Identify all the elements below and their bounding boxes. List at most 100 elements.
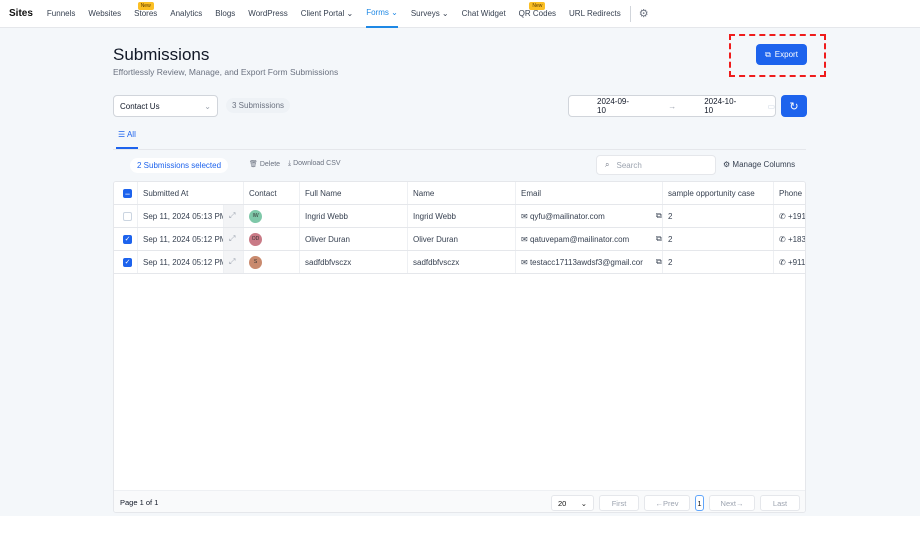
nav-item-url-redirects[interactable]: URL Redirects xyxy=(569,0,621,28)
tab-all[interactable]: ☰ All xyxy=(116,128,138,149)
last-button[interactable]: Last xyxy=(760,495,800,511)
sample-case: 2 xyxy=(663,205,774,227)
date-range-picker[interactable]: 2024-09-10 → 2024-10-10 ▭ xyxy=(568,95,776,117)
arrow-right-icon: → xyxy=(668,101,677,111)
select-all-checkbox[interactable]: − xyxy=(114,182,138,204)
chevron-down-icon: ⌄ xyxy=(204,101,211,111)
next-button[interactable]: Next → xyxy=(709,495,755,511)
expand-icon: ⤢ xyxy=(229,211,236,220)
nav-item-blogs[interactable]: Blogs xyxy=(215,0,235,28)
brand: Sites xyxy=(9,8,33,19)
contact-avatar[interactable]: S xyxy=(244,251,300,273)
nav-item-surveys[interactable]: Surveys ⌄ xyxy=(411,0,449,28)
export-button[interactable]: ⧉ Export xyxy=(756,44,807,65)
nav-item-websites[interactable]: Websites xyxy=(88,0,121,28)
gear-icon[interactable]: ⚙ xyxy=(639,7,649,20)
table-row[interactable]: Sep 11, 2024 05:13 PM ⤢ IW Ingrid Webb Ingri… xyxy=(114,205,805,228)
nav-item-client-portal[interactable]: Client Portal ⌄ xyxy=(301,0,354,28)
contact-avatar[interactable]: OD xyxy=(244,228,300,250)
nav-item-funnels[interactable]: Funnels xyxy=(47,0,75,28)
full-name: Oliver Duran xyxy=(300,228,408,250)
table-row[interactable]: ✓ Sep 11, 2024 05:12 PM ⤢ Ssadfdbfvsczx sadf… xyxy=(114,251,805,274)
form-select[interactable]: Contact Us ⌄ xyxy=(113,95,218,117)
bottom-bar xyxy=(0,516,920,536)
per-page-select[interactable]: 20 ⌄ xyxy=(551,495,594,511)
sample-case: 2 xyxy=(663,228,774,250)
delete-button[interactable]: 🗑 Delete xyxy=(249,160,280,168)
row-checkbox[interactable]: ✓ xyxy=(114,228,138,250)
page-subtitle: Effortlessly Review, Manage, and Export … xyxy=(113,67,339,77)
contact-avatar[interactable]: IW xyxy=(244,205,300,227)
chevron-down-icon: ⌄ xyxy=(580,498,587,508)
selected-count: 2 Submissions selected xyxy=(130,158,229,173)
hdr-email[interactable]: Email xyxy=(516,182,663,204)
mail-icon: ✉ xyxy=(521,234,530,244)
email: ✉ qyfu@mailinator.com ⧉ xyxy=(516,205,663,227)
submission-count: 3 Submissions xyxy=(226,98,291,113)
hdr-case[interactable]: sample opportunity case xyxy=(663,182,774,204)
phone-icon: ✆ xyxy=(779,234,788,244)
expand-icon: ⤢ xyxy=(229,257,236,266)
search-icon: ⌕ xyxy=(605,160,610,169)
nav-item-qr-codes[interactable]: QR Codes New xyxy=(519,0,556,28)
phone-icon: ✆ xyxy=(779,211,788,221)
first-button[interactable]: First xyxy=(599,495,639,511)
gear-icon: ⚙ xyxy=(723,160,731,169)
expand-button[interactable]: ⤢ xyxy=(224,228,244,250)
download-icon: ⤓ xyxy=(288,160,292,167)
trash-icon: 🗑 xyxy=(249,161,258,168)
phone: ✆ +911 xyxy=(774,251,805,273)
table-row[interactable]: ✓ Sep 11, 2024 05:12 PM ⤢ OD Oliver Duran Oli… xyxy=(114,228,805,251)
full-name: sadfdbfvsczx xyxy=(300,251,408,273)
arrow-right-icon: → xyxy=(735,498,744,508)
nav-item-wordpress[interactable]: WordPress xyxy=(248,0,287,28)
pagination: Page 1 of 1 20 ⌄ First ← Prev 1 Next → La… xyxy=(114,490,805,512)
submitted-at: Sep 11, 2024 05:13 PM xyxy=(138,205,224,227)
manage-columns-button[interactable]: ⚙ Manage Columns xyxy=(723,160,795,169)
sample-case: 2 xyxy=(663,251,774,273)
copy-icon[interactable]: ⧉ xyxy=(656,211,662,221)
name: sadfdbfvsczx xyxy=(408,251,516,273)
hdr-name[interactable]: Name xyxy=(408,182,516,204)
hdr-full-name[interactable]: Full Name xyxy=(300,182,408,204)
hdr-submitted[interactable]: Submitted At xyxy=(138,182,244,204)
arrow-left-icon: ← xyxy=(655,498,664,508)
new-badge: New xyxy=(529,1,546,10)
refresh-button[interactable]: ↻ xyxy=(781,95,807,117)
nav-item-chat-widget[interactable]: Chat Widget xyxy=(462,0,506,28)
row-checkbox[interactable]: ✓ xyxy=(114,251,138,273)
mail-icon: ✉ xyxy=(521,257,530,267)
page-title: Submissions xyxy=(113,45,210,64)
nav-item-forms[interactable]: Forms ⌄ xyxy=(366,0,398,28)
expand-icon: ⤢ xyxy=(229,234,236,243)
page-1-button[interactable]: 1 xyxy=(695,495,704,511)
copy-icon[interactable]: ⧉ xyxy=(656,257,662,267)
phone-icon: ✆ xyxy=(779,257,788,267)
phone: ✆ +191 xyxy=(774,205,805,227)
expand-button[interactable]: ⤢ xyxy=(224,251,244,273)
phone: ✆ +183 xyxy=(774,228,805,250)
name: Oliver Duran xyxy=(408,228,516,250)
refresh-icon: ↻ xyxy=(789,100,799,113)
nav-item-stores[interactable]: Stores New xyxy=(134,0,157,28)
prev-button[interactable]: ← Prev xyxy=(644,495,690,511)
new-badge: New xyxy=(137,1,154,10)
top-nav: Sites Funnels Websites Stores New Analytics B… xyxy=(0,0,920,28)
mail-icon: ✉ xyxy=(521,211,530,221)
expand-button[interactable]: ⤢ xyxy=(224,205,244,227)
hdr-phone[interactable]: Phone xyxy=(774,182,805,204)
email: ✉ qatuvepam@mailinator.com ⧉ xyxy=(516,228,663,250)
submitted-at: Sep 11, 2024 05:12 PM xyxy=(138,228,224,250)
full-name: Ingrid Webb xyxy=(300,205,408,227)
hdr-contact[interactable]: Contact xyxy=(244,182,300,204)
list-icon: ☰ xyxy=(118,130,127,139)
export-icon: ⧉ xyxy=(765,49,771,59)
divider xyxy=(629,5,631,22)
divider xyxy=(113,149,806,150)
nav-item-analytics[interactable]: Analytics xyxy=(170,0,202,28)
copy-icon[interactable]: ⧉ xyxy=(656,234,662,244)
name: Ingrid Webb xyxy=(408,205,516,227)
row-checkbox[interactable] xyxy=(114,205,138,227)
search-input[interactable]: ⌕ Search xyxy=(596,155,716,175)
download-csv-button[interactable]: ⤓ Download CSV xyxy=(288,160,341,168)
